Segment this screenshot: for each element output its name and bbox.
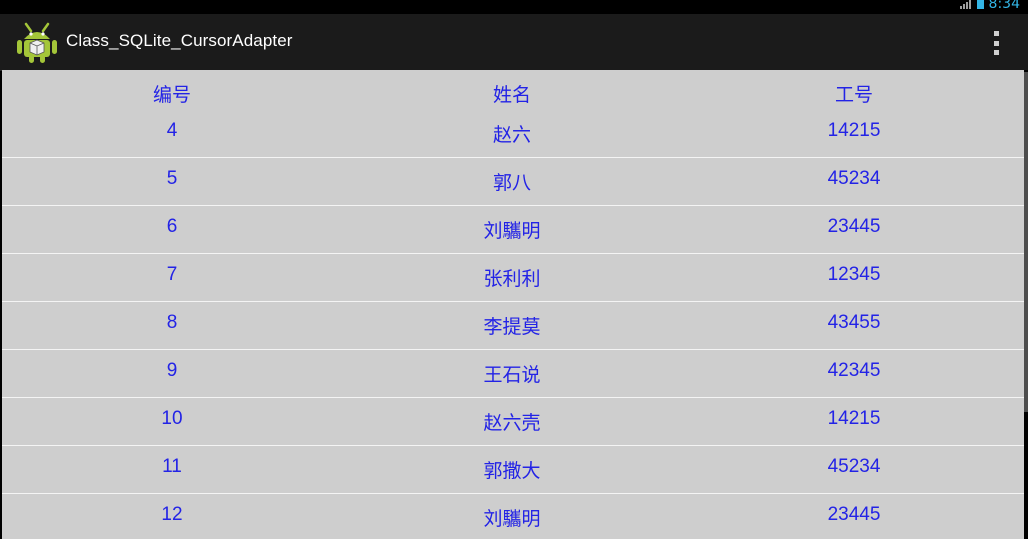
item-id: 6 <box>166 216 178 237</box>
scrollbar-thumb[interactable] <box>1024 72 1028 412</box>
item-number: 42345 <box>827 360 881 381</box>
item-id: 11 <box>162 456 182 477</box>
item-id: 8 <box>166 312 178 333</box>
item-number: 14215 <box>827 408 881 429</box>
item-name: 李提莫 <box>483 317 541 338</box>
item-number: 12345 <box>827 264 881 285</box>
list-item[interactable]: 9 王石说 42345 <box>2 360 1024 388</box>
list-divider <box>2 397 1024 398</box>
employee-list[interactable]: 编号 姓名 工号 4 赵六 14215 5 郭八 45234 6 刘驨明 23445 7 张利利 12… <box>2 70 1024 539</box>
overflow-menu-icon[interactable] <box>992 31 1000 55</box>
signal-icon <box>959 0 972 9</box>
item-name: 刘驨明 <box>483 509 541 530</box>
list-divider <box>2 205 1024 206</box>
android-icon[interactable] <box>17 21 57 63</box>
item-name: 刘驨明 <box>483 221 541 242</box>
list-item[interactable]: 12 刘驨明 23445 <box>2 504 1024 532</box>
item-id: 12 <box>161 504 183 525</box>
list-item[interactable]: 11 郭撒大 45234 <box>2 456 1024 484</box>
item-id: 4 <box>166 120 178 141</box>
header-number: 工号 <box>834 85 873 106</box>
list-divider <box>2 253 1024 254</box>
list-divider <box>2 493 1024 494</box>
status-bar: 8:34 <box>0 0 1028 14</box>
list-item[interactable]: 6 刘驨明 23445 <box>2 216 1024 244</box>
status-indicators: 8:34 <box>959 0 1020 12</box>
item-number: 45234 <box>827 168 881 189</box>
item-id: 5 <box>166 168 178 189</box>
item-id: 9 <box>166 360 178 381</box>
item-number: 14215 <box>827 120 881 141</box>
app-title: Class_SQLite_CursorAdapter <box>66 31 293 50</box>
status-time: 8:34 <box>988 0 1020 12</box>
list-item[interactable]: 5 郭八 45234 <box>2 168 1024 196</box>
list-header: 编号 姓名 工号 <box>2 80 1024 108</box>
item-name: 赵六壳 <box>483 413 541 434</box>
item-name: 郭八 <box>492 173 531 194</box>
item-id: 10 <box>161 408 183 429</box>
list-item[interactable]: 8 李提莫 43455 <box>2 312 1024 340</box>
header-name: 姓名 <box>492 85 531 106</box>
item-number: 43455 <box>827 312 881 333</box>
item-number: 45234 <box>827 456 881 477</box>
list-divider <box>2 301 1024 302</box>
battery-icon <box>976 0 984 9</box>
list-item[interactable]: 7 张利利 12345 <box>2 264 1024 292</box>
item-number: 23445 <box>827 504 881 525</box>
list-divider <box>2 349 1024 350</box>
item-name: 张利利 <box>483 269 541 290</box>
list-divider <box>2 445 1024 446</box>
header-id: 编号 <box>152 85 191 106</box>
item-id: 7 <box>166 264 178 285</box>
scrollbar[interactable] <box>1024 70 1028 539</box>
action-bar: Class_SQLite_CursorAdapter <box>0 14 1028 71</box>
item-name: 郭撒大 <box>483 461 541 482</box>
list-divider <box>2 157 1024 158</box>
list-item[interactable]: 4 赵六 14215 <box>2 120 1024 148</box>
item-number: 23445 <box>827 216 881 237</box>
item-name: 王石说 <box>483 365 541 386</box>
item-name: 赵六 <box>492 125 531 146</box>
list-item[interactable]: 10 赵六壳 14215 <box>2 408 1024 436</box>
